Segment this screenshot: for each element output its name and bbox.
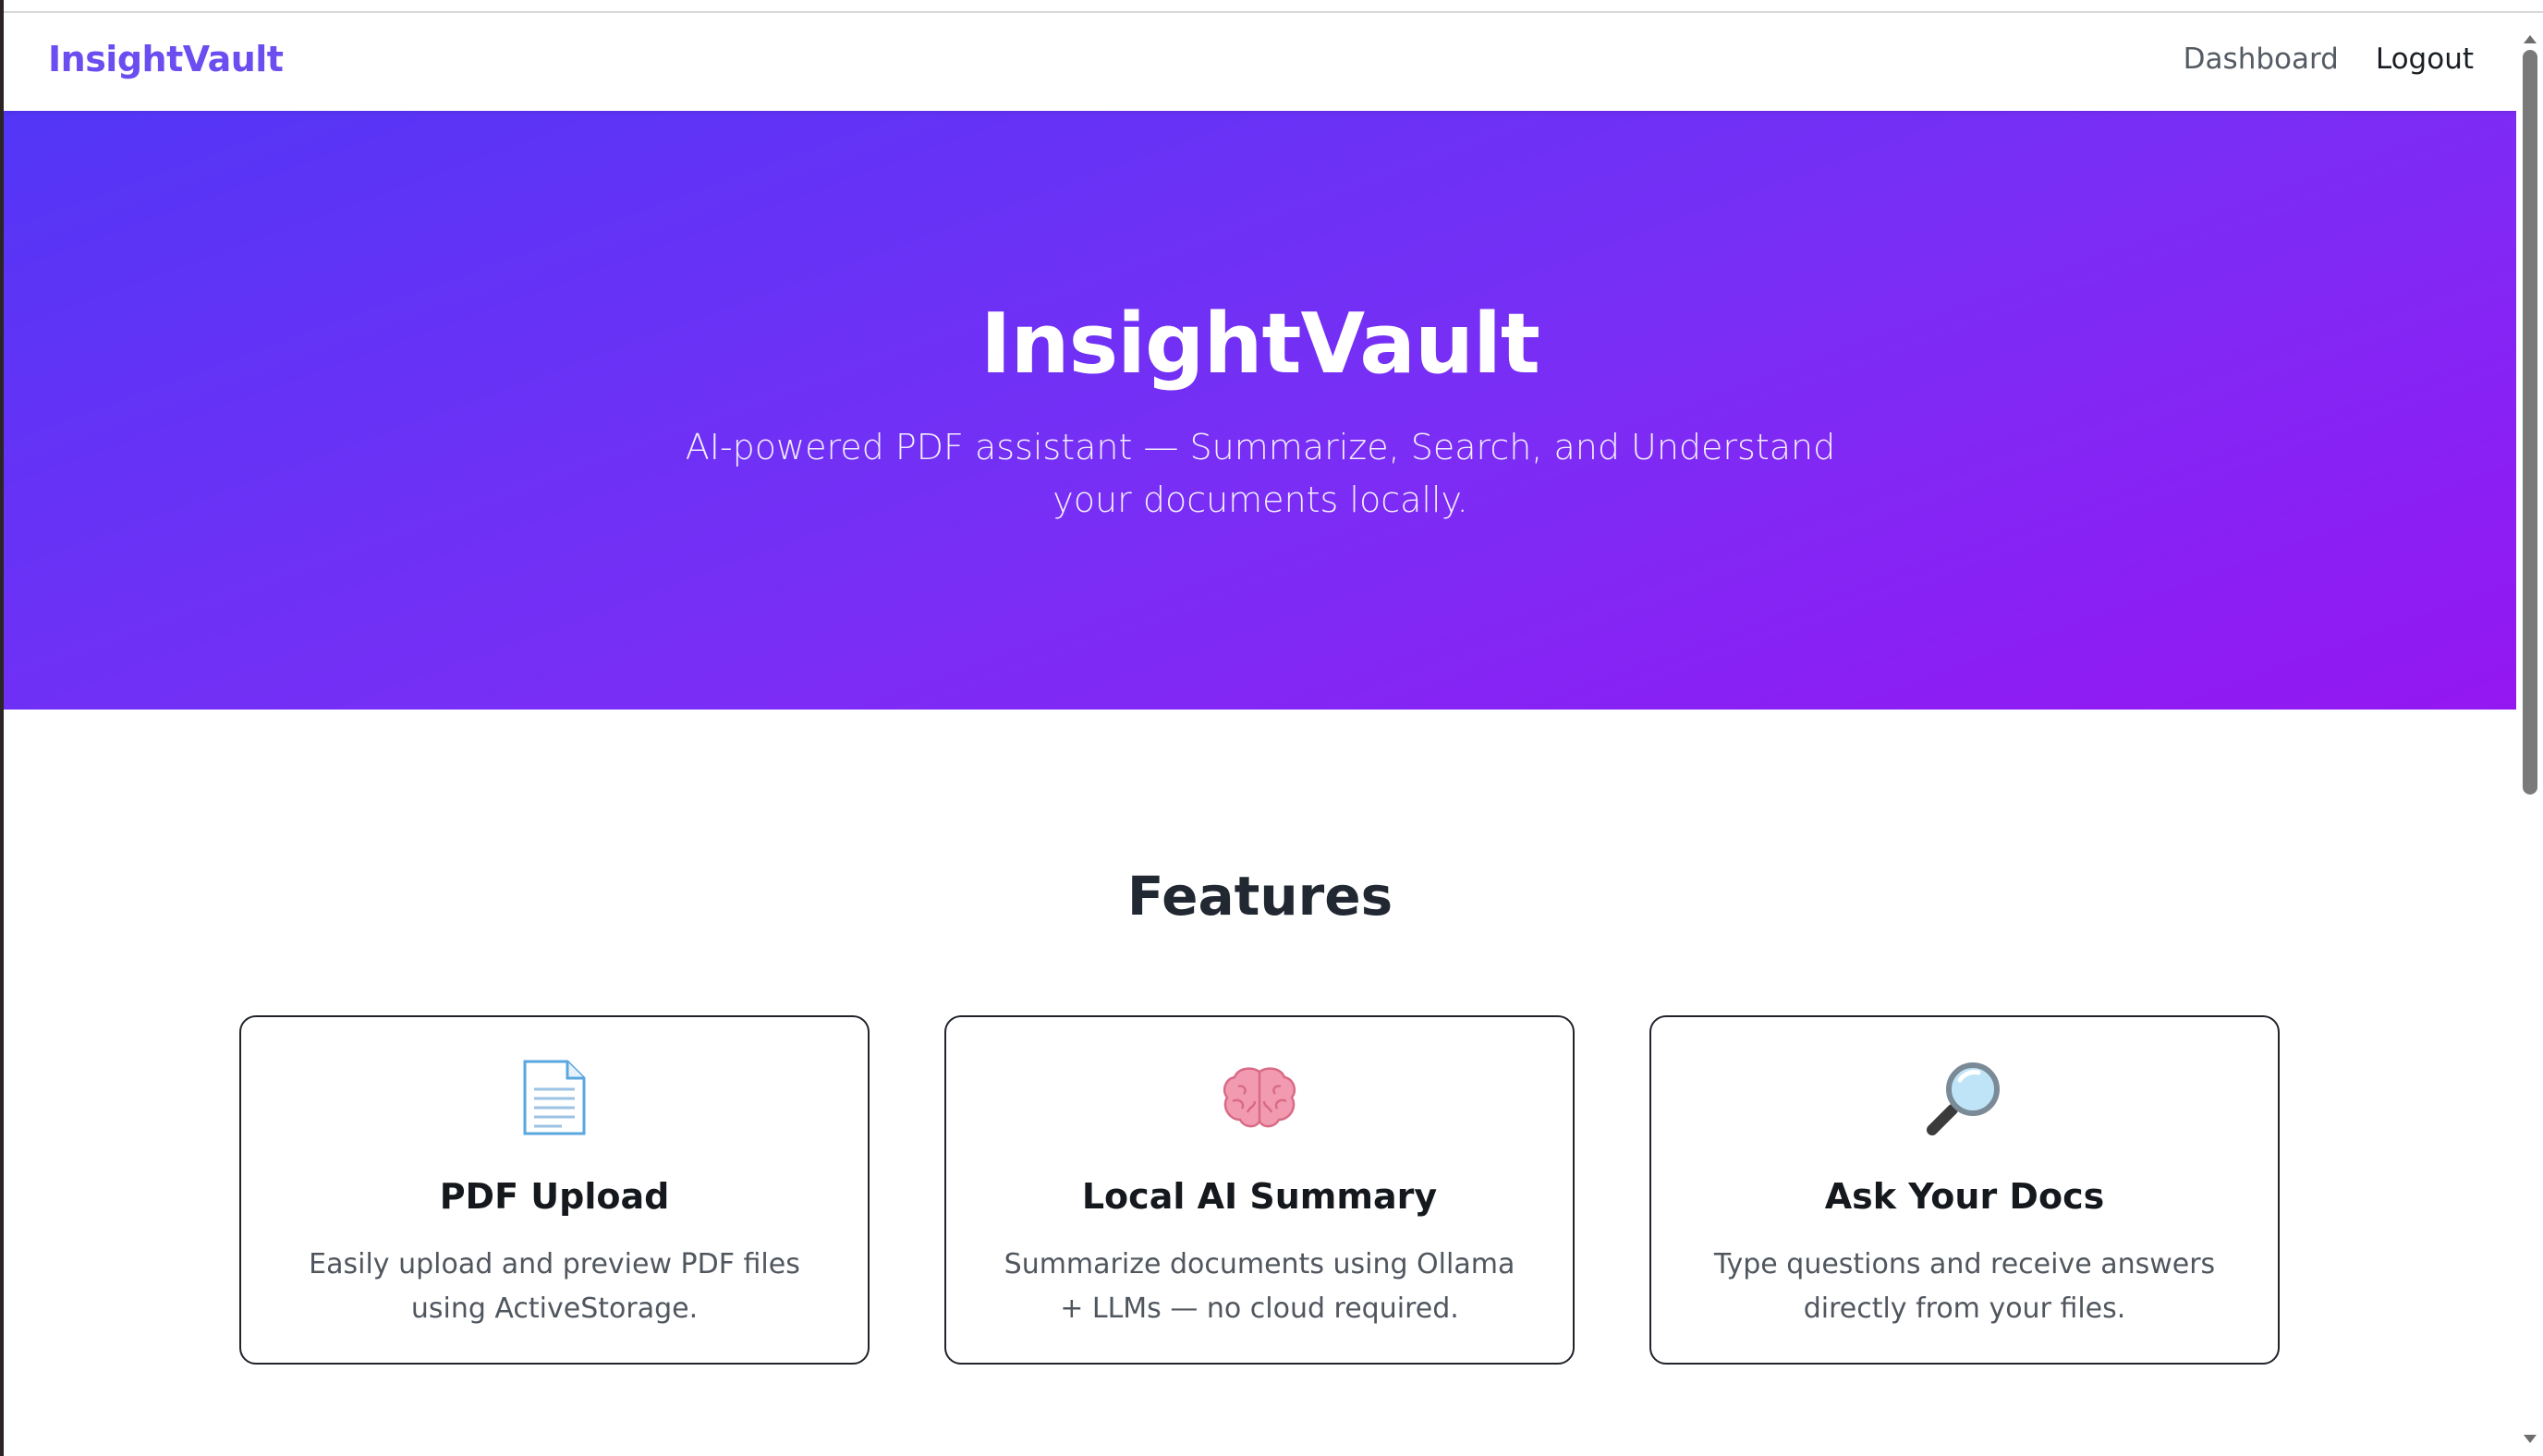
- browser-viewport: InsightVault Dashboard Logout InsightVau…: [0, 0, 2543, 1456]
- feature-card-description: Summarize documents using Ollama + LLMs …: [1004, 1248, 1515, 1325]
- feature-card-title: Local AI Summary: [1081, 1176, 1438, 1217]
- hero-title: InsightVault: [980, 296, 1540, 393]
- features-heading: Features: [1126, 865, 1393, 928]
- scrollbar-thumb[interactable]: [2523, 50, 2537, 795]
- feature-card-ask-your-docs: Ask Your Docs Type questions and receive…: [1649, 1015, 2280, 1365]
- scroll-down-arrow-icon[interactable]: [2524, 1435, 2537, 1443]
- navbar: InsightVault Dashboard Logout: [4, 15, 2516, 111]
- nav-link-dashboard[interactable]: Dashboard: [2184, 42, 2339, 76]
- vertical-scrollbar[interactable]: [2517, 15, 2543, 1456]
- brand-logo-link[interactable]: InsightVault: [48, 39, 284, 79]
- scroll-up-arrow-icon[interactable]: [2524, 35, 2537, 43]
- hero-banner: InsightVault AI-powered PDF assistant — …: [4, 111, 2516, 710]
- feature-card-description: Easily upload and preview PDF files usin…: [309, 1248, 800, 1325]
- document-icon: [241, 1056, 868, 1139]
- page: InsightVault Dashboard Logout InsightVau…: [4, 15, 2516, 1456]
- window-top-edge: [0, 0, 2543, 13]
- hero-subtitle: AI-powered PDF assistant — Summarize, Se…: [685, 427, 1836, 520]
- feature-card-description: Type questions and receive answers direc…: [1713, 1248, 2216, 1325]
- feature-card-title: PDF Upload: [439, 1176, 670, 1217]
- magnifier-icon: [1651, 1056, 2278, 1139]
- feature-card-pdf-upload: PDF Upload Easily upload and preview PDF…: [239, 1015, 870, 1365]
- feature-card-local-ai-summary: Local AI Summary Summarize documents usi…: [944, 1015, 1575, 1365]
- nav-links: Dashboard Logout: [2184, 42, 2474, 76]
- nav-link-logout[interactable]: Logout: [2376, 42, 2474, 76]
- feature-card-title: Ask Your Docs: [1824, 1176, 2105, 1217]
- brain-icon: [946, 1056, 1573, 1139]
